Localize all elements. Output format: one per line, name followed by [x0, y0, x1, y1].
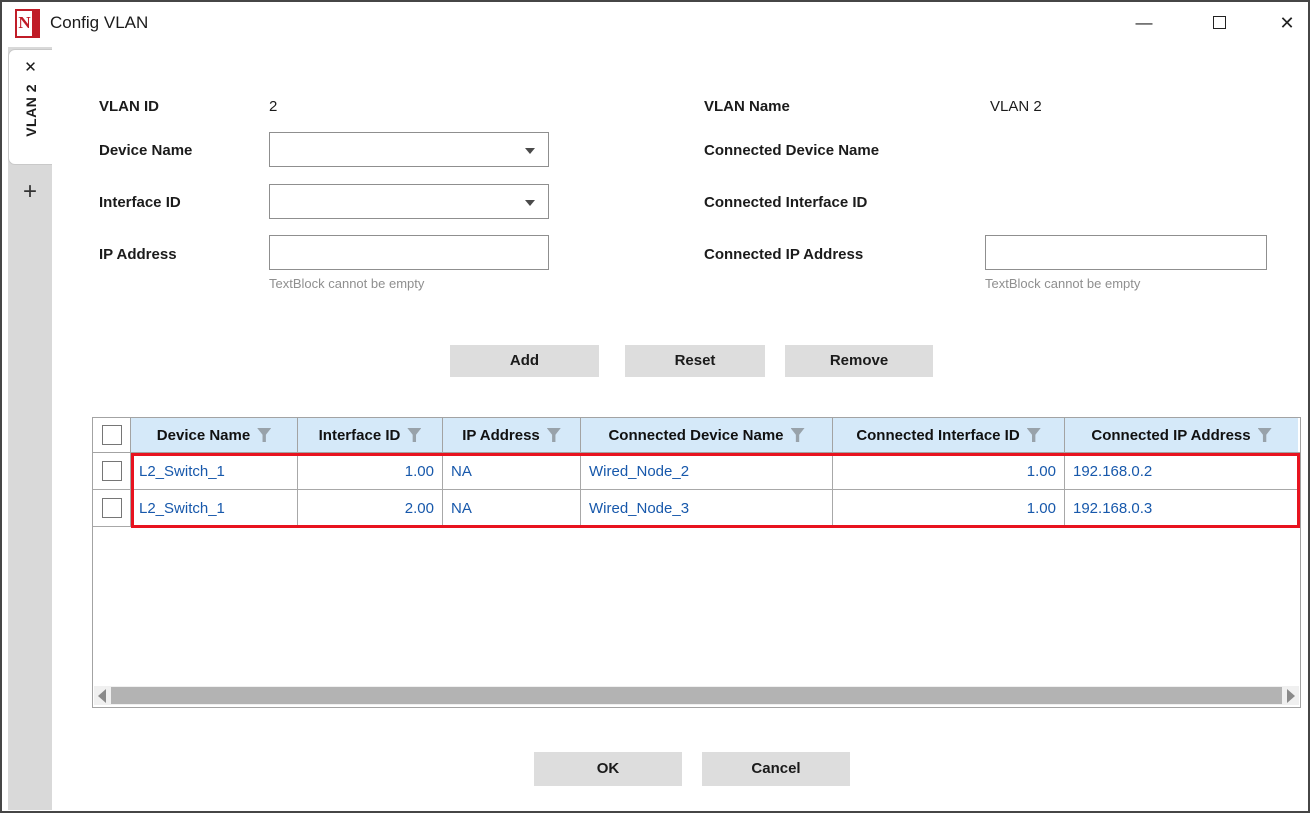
- select-all-cell: [93, 418, 131, 452]
- logo-stripe: [32, 11, 38, 36]
- tab-strip: ✕ VLAN 2 +: [8, 47, 52, 810]
- cell-connected-interface-id: 1.00: [833, 490, 1065, 526]
- vlan-id-value: 2: [269, 98, 278, 115]
- filter-icon[interactable]: [546, 428, 561, 442]
- connected-interface-id-label: Connected Interface ID: [704, 194, 868, 211]
- ok-button[interactable]: OK: [534, 752, 682, 786]
- minimize-button[interactable]: —: [1127, 8, 1161, 38]
- column-header-connected-device-name[interactable]: Connected Device Name: [581, 418, 833, 452]
- config-vlan-window: N Config VLAN — ✕ ✕ VLAN 2 + VLAN ID 2 D…: [0, 0, 1310, 813]
- cancel-button[interactable]: Cancel: [702, 752, 850, 786]
- window-title: Config VLAN: [50, 13, 149, 32]
- cell-interface-id: 1.00: [298, 453, 443, 489]
- vlan-name-label: VLAN Name: [704, 98, 790, 115]
- cell-device-name: L2_Switch_1: [131, 490, 298, 526]
- filter-icon[interactable]: [790, 428, 805, 442]
- cell-connected-device-name: Wired_Node_3: [581, 490, 833, 526]
- filter-icon[interactable]: [1026, 428, 1041, 442]
- cell-connected-device-name: Wired_Node_2: [581, 453, 833, 489]
- tab-label: VLAN 2: [22, 84, 39, 137]
- maximize-icon: [1212, 16, 1226, 29]
- row-checkbox[interactable]: [101, 461, 122, 481]
- column-header-connected-interface-id[interactable]: Connected Interface ID: [833, 418, 1065, 452]
- close-button[interactable]: ✕: [1270, 8, 1304, 38]
- connected-ip-address-input[interactable]: [985, 235, 1267, 270]
- connected-ip-address-label: Connected IP Address: [704, 246, 864, 263]
- device-name-dropdown[interactable]: [269, 132, 549, 167]
- scroll-left-icon[interactable]: [98, 689, 106, 703]
- add-tab-button[interactable]: +: [8, 173, 52, 213]
- cell-ip-address: NA: [443, 490, 581, 526]
- add-button[interactable]: Add: [450, 345, 599, 377]
- ip-address-input[interactable]: [269, 235, 549, 270]
- logo-letter: N: [18, 13, 31, 32]
- tab-vlan-2[interactable]: ✕ VLAN 2: [8, 49, 52, 165]
- column-header-device-name[interactable]: Device Name: [131, 418, 298, 452]
- filter-icon[interactable]: [1257, 428, 1272, 442]
- dropdown-arrow-icon: [525, 148, 535, 154]
- maximize-button[interactable]: [1202, 8, 1236, 38]
- titlebar: N Config VLAN — ✕: [2, 2, 1308, 44]
- interface-id-label: Interface ID: [99, 194, 181, 211]
- vlan-id-label: VLAN ID: [99, 98, 159, 115]
- cell-device-name: L2_Switch_1: [131, 453, 298, 489]
- column-header-connected-ip-address[interactable]: Connected IP Address: [1065, 418, 1298, 452]
- cell-ip-address: NA: [443, 453, 581, 489]
- table-row[interactable]: L2_Switch_1 2.00 NA Wired_Node_3 1.00 19…: [93, 490, 1300, 527]
- connected-device-name-label: Connected Device Name: [704, 142, 880, 159]
- reset-button[interactable]: Reset: [625, 345, 765, 377]
- horizontal-scrollbar[interactable]: [94, 686, 1299, 705]
- vlan-name-value: VLAN 2: [990, 98, 1042, 115]
- scroll-right-icon[interactable]: [1287, 689, 1295, 703]
- cell-interface-id: 2.00: [298, 490, 443, 526]
- cell-connected-interface-id: 1.00: [833, 453, 1065, 489]
- column-header-interface-id[interactable]: Interface ID: [298, 418, 443, 452]
- tab-close-icon[interactable]: ✕: [24, 58, 37, 76]
- row-checkbox[interactable]: [101, 498, 122, 518]
- column-header-ip-address[interactable]: IP Address: [443, 418, 581, 452]
- vlan-table: Device Name Interface ID IP Address Conn…: [92, 417, 1301, 708]
- ip-address-validation: TextBlock cannot be empty: [269, 276, 425, 291]
- cell-connected-ip-address: 192.168.0.2: [1073, 462, 1153, 480]
- interface-id-dropdown[interactable]: [269, 184, 549, 219]
- connected-ip-address-validation: TextBlock cannot be empty: [985, 276, 1141, 291]
- table-header-row: Device Name Interface ID IP Address Conn…: [93, 418, 1300, 453]
- filter-icon[interactable]: [407, 428, 422, 442]
- dropdown-arrow-icon: [525, 200, 535, 206]
- device-name-label: Device Name: [99, 142, 193, 159]
- scrollbar-thumb[interactable]: [111, 687, 1282, 704]
- remove-button[interactable]: Remove: [785, 345, 933, 377]
- cell-connected-ip-address: 192.168.0.3: [1073, 499, 1153, 517]
- ip-address-label: IP Address: [99, 246, 177, 263]
- select-all-checkbox[interactable]: [101, 425, 122, 445]
- netsim-logo-icon: N: [15, 9, 40, 38]
- filter-icon[interactable]: [257, 428, 272, 442]
- table-row[interactable]: L2_Switch_1 1.00 NA Wired_Node_2 1.00 19…: [93, 453, 1300, 490]
